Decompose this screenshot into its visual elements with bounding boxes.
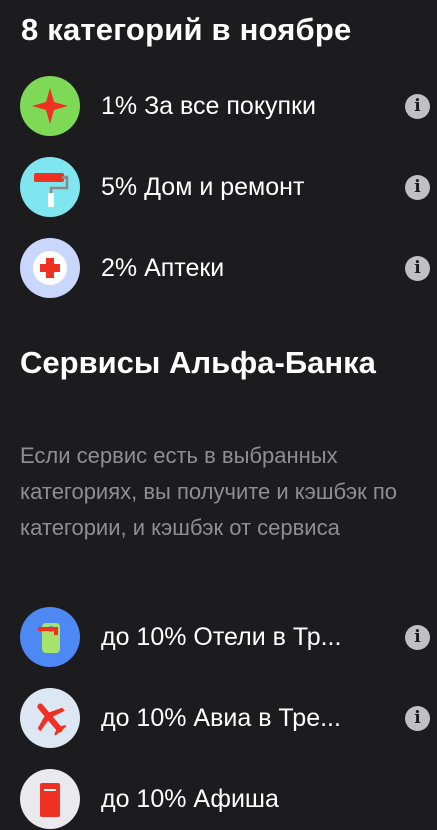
category-label: 5% Дом и ремонт (101, 172, 305, 201)
hotel-door-hanger-icon (20, 607, 80, 667)
service-row-avia[interactable]: до 10% Авиа в Тре... i (0, 687, 437, 749)
airplane-icon (20, 688, 80, 748)
service-label: до 10% Отели в Тр... (101, 622, 342, 651)
info-icon[interactable]: i (405, 705, 430, 731)
category-label: 1% За все покупки (101, 91, 316, 120)
section-description: Если сервис есть в выбранных категориях,… (20, 443, 398, 540)
category-label: 2% Аптеки (101, 253, 225, 282)
service-row-afisha[interactable]: до 10% Афиша (0, 768, 437, 830)
category-row-all-purchases[interactable]: 1% За все покупки i (0, 75, 437, 137)
category-row-home-repair[interactable]: 5% Дом и ремонт i (0, 156, 437, 218)
info-icon[interactable]: i (405, 174, 430, 200)
info-icon[interactable]: i (405, 624, 430, 650)
pharmacy-cross-icon (20, 238, 80, 298)
page-title: 8 категорий в ноябре (21, 12, 352, 47)
service-label: до 10% Авиа в Тре... (101, 703, 341, 732)
info-icon[interactable]: i (405, 93, 430, 119)
ticket-icon (20, 769, 80, 829)
info-icon[interactable]: i (405, 255, 430, 281)
sparkle-star-icon (20, 76, 80, 136)
service-label: до 10% Афиша (101, 784, 279, 813)
category-row-pharmacy[interactable]: 2% Аптеки i (0, 237, 437, 299)
service-row-hotels[interactable]: до 10% Отели в Тр... i (0, 606, 437, 668)
section-title: Сервисы Альфа-Банка (20, 345, 376, 380)
paint-roller-icon (20, 157, 80, 217)
